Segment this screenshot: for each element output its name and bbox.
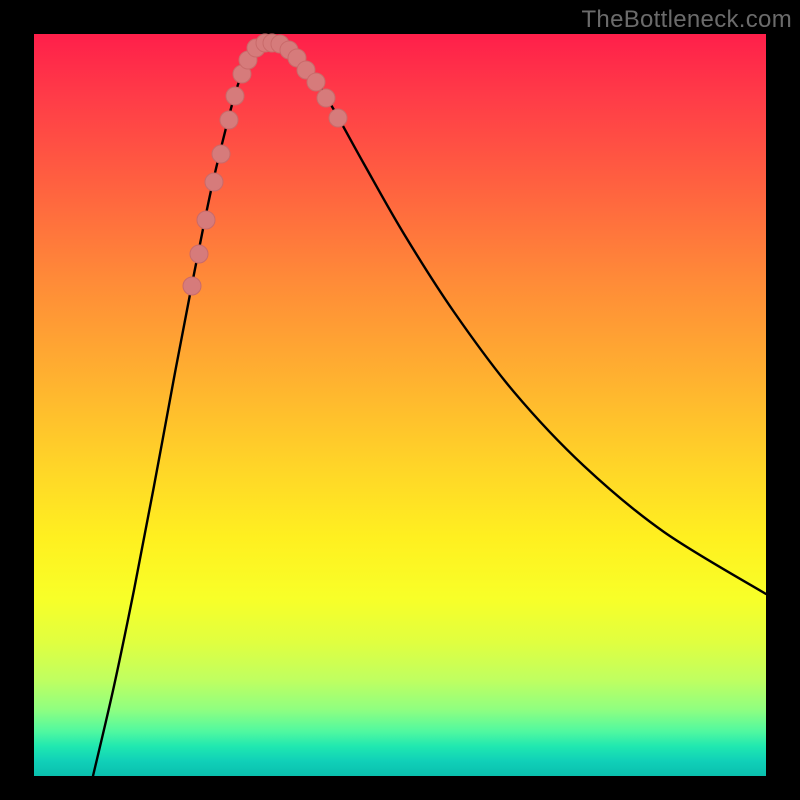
- highlight-point: [307, 73, 325, 91]
- plot-area: [34, 34, 766, 776]
- highlight-point: [183, 277, 201, 295]
- chart-frame: TheBottleneck.com: [0, 0, 800, 800]
- highlight-point: [212, 145, 230, 163]
- highlight-point: [197, 211, 215, 229]
- highlight-point: [190, 245, 208, 263]
- highlight-point: [226, 87, 244, 105]
- highlight-point: [205, 173, 223, 191]
- bottleneck-curve: [93, 42, 766, 776]
- highlight-markers: [183, 34, 347, 295]
- highlight-point: [317, 89, 335, 107]
- curve-svg: [34, 34, 766, 776]
- highlight-point: [329, 109, 347, 127]
- highlight-point: [220, 111, 238, 129]
- watermark-text: TheBottleneck.com: [581, 6, 792, 34]
